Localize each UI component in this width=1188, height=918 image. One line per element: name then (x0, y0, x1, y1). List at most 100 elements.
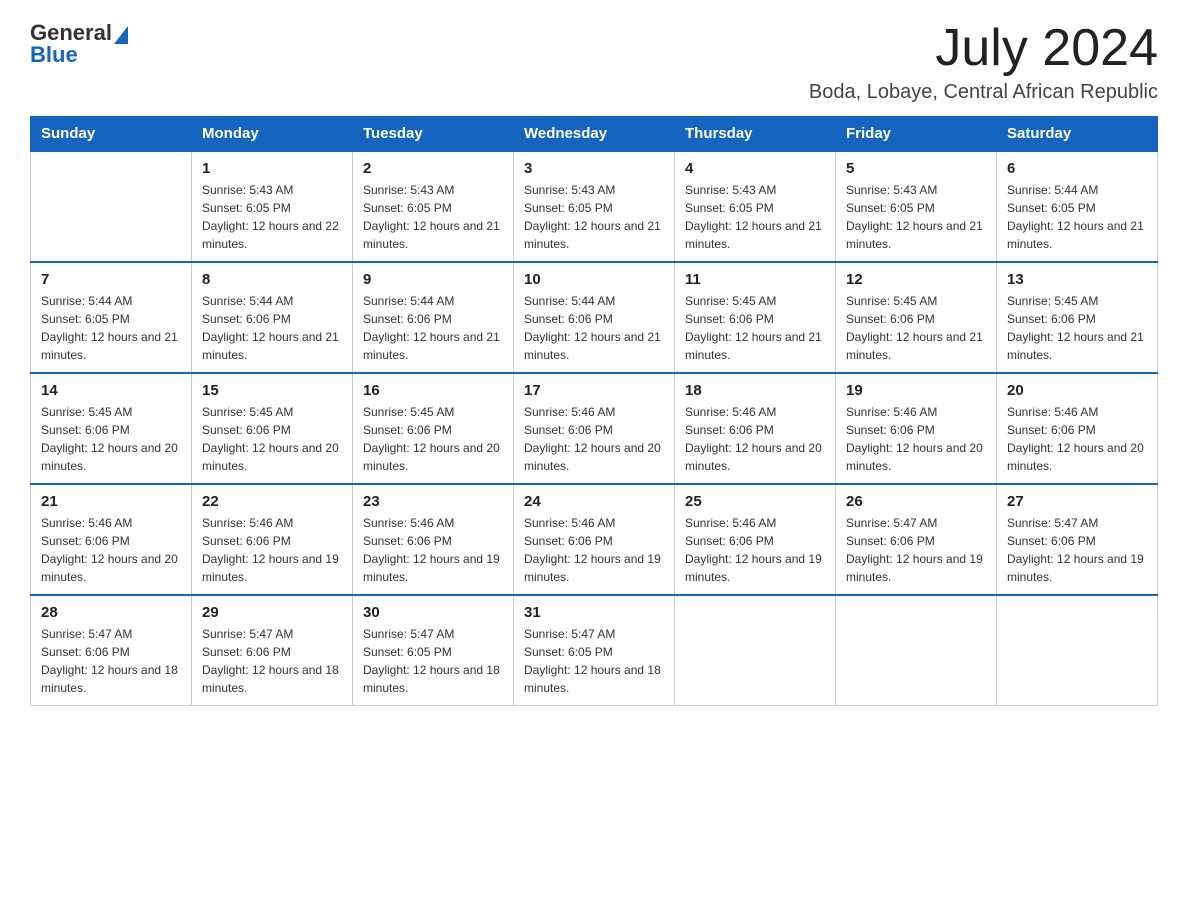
day-info: Sunrise: 5:46 AMSunset: 6:06 PMDaylight:… (685, 403, 825, 475)
weekday-header-thursday: Thursday (675, 117, 836, 152)
day-number: 8 (202, 271, 342, 288)
day-info: Sunrise: 5:46 AMSunset: 6:06 PMDaylight:… (524, 514, 664, 586)
calendar-cell: 27Sunrise: 5:47 AMSunset: 6:06 PMDayligh… (997, 484, 1158, 595)
calendar-cell: 1 Sunrise: 5:43 AMSunset: 6:05 PMDaylight… (192, 151, 353, 262)
day-info: Sunrise: 5:46 AMSunset: 6:06 PMDaylight:… (846, 403, 986, 475)
calendar-cell: 18 Sunrise: 5:46 AMSunset: 6:06 PMDayligh… (675, 373, 836, 484)
day-info: Sunrise: 5:43 AMSunset: 6:05 PMDaylight:… (524, 181, 664, 253)
calendar-cell (997, 595, 1158, 706)
calendar-cell (836, 595, 997, 706)
day-number: 14 (41, 382, 181, 399)
day-number: 30 (363, 604, 503, 621)
calendar-cell: 7Sunrise: 5:44 AMSunset: 6:05 PMDaylight… (31, 262, 192, 373)
calendar-cell: 29 Sunrise: 5:47 AMSunset: 6:06 PMDayligh… (192, 595, 353, 706)
weekday-header-sunday: Sunday (31, 117, 192, 152)
day-number: 20 (1007, 382, 1147, 399)
day-info: Sunrise: 5:44 AMSunset: 6:05 PMDaylight:… (41, 292, 181, 364)
day-info: Sunrise: 5:43 AMSunset: 6:05 PMDaylight:… (846, 181, 986, 253)
calendar-cell: 31Sunrise: 5:47 AMSunset: 6:05 PMDayligh… (514, 595, 675, 706)
day-info: Sunrise: 5:47 AMSunset: 6:06 PMDaylight:… (202, 625, 342, 697)
day-number: 21 (41, 493, 181, 510)
calendar-cell (675, 595, 836, 706)
day-number: 24 (524, 493, 664, 510)
day-info: Sunrise: 5:44 AMSunset: 6:06 PMDaylight:… (363, 292, 503, 364)
day-number: 22 (202, 493, 342, 510)
day-number: 12 (846, 271, 986, 288)
day-info: Sunrise: 5:47 AMSunset: 6:05 PMDaylight:… (524, 625, 664, 697)
day-number: 18 (685, 382, 825, 399)
calendar-cell: 13Sunrise: 5:45 AMSunset: 6:06 PMDayligh… (997, 262, 1158, 373)
title-section: July 2024 Boda, Lobaye, Central African … (809, 20, 1158, 104)
calendar-cell: 22 Sunrise: 5:46 AMSunset: 6:06 PMDayligh… (192, 484, 353, 595)
calendar-cell (31, 151, 192, 262)
calendar-cell: 12 Sunrise: 5:45 AMSunset: 6:06 PMDayligh… (836, 262, 997, 373)
day-info: Sunrise: 5:46 AMSunset: 6:06 PMDaylight:… (524, 403, 664, 475)
day-number: 13 (1007, 271, 1147, 288)
weekday-header-tuesday: Tuesday (353, 117, 514, 152)
day-info: Sunrise: 5:44 AMSunset: 6:06 PMDaylight:… (524, 292, 664, 364)
day-number: 17 (524, 382, 664, 399)
day-info: Sunrise: 5:43 AMSunset: 6:05 PMDaylight:… (685, 181, 825, 253)
calendar-week-row-2: 7Sunrise: 5:44 AMSunset: 6:05 PMDaylight… (31, 262, 1158, 373)
day-info: Sunrise: 5:46 AMSunset: 6:06 PMDaylight:… (41, 514, 181, 586)
weekday-header-saturday: Saturday (997, 117, 1158, 152)
day-number: 28 (41, 604, 181, 621)
calendar-cell: 3Sunrise: 5:43 AMSunset: 6:05 PMDaylight… (514, 151, 675, 262)
day-info: Sunrise: 5:46 AMSunset: 6:06 PMDaylight:… (363, 514, 503, 586)
day-info: Sunrise: 5:44 AMSunset: 6:05 PMDaylight:… (1007, 181, 1147, 253)
calendar-cell: 2 Sunrise: 5:43 AMSunset: 6:05 PMDaylight… (353, 151, 514, 262)
day-info: Sunrise: 5:45 AMSunset: 6:06 PMDaylight:… (846, 292, 986, 364)
day-info: Sunrise: 5:43 AMSunset: 6:05 PMDaylight:… (202, 181, 342, 253)
day-number: 11 (685, 271, 825, 288)
calendar-week-row-5: 28 Sunrise: 5:47 AMSunset: 6:06 PMDayligh… (31, 595, 1158, 706)
calendar-cell: 19 Sunrise: 5:46 AMSunset: 6:06 PMDayligh… (836, 373, 997, 484)
calendar-cell: 16 Sunrise: 5:45 AMSunset: 6:06 PMDayligh… (353, 373, 514, 484)
calendar-cell: 28 Sunrise: 5:47 AMSunset: 6:06 PMDayligh… (31, 595, 192, 706)
calendar-cell: 17 Sunrise: 5:46 AMSunset: 6:06 PMDayligh… (514, 373, 675, 484)
day-number: 5 (846, 160, 986, 177)
calendar-cell: 30Sunrise: 5:47 AMSunset: 6:05 PMDayligh… (353, 595, 514, 706)
day-info: Sunrise: 5:45 AMSunset: 6:06 PMDaylight:… (202, 403, 342, 475)
day-number: 6 (1007, 160, 1147, 177)
calendar-cell: 14 Sunrise: 5:45 AMSunset: 6:06 PMDayligh… (31, 373, 192, 484)
weekday-header-monday: Monday (192, 117, 353, 152)
location-subtitle: Boda, Lobaye, Central African Republic (809, 81, 1158, 104)
day-number: 19 (846, 382, 986, 399)
day-number: 23 (363, 493, 503, 510)
logo: General Blue (30, 20, 128, 68)
calendar-cell: 21 Sunrise: 5:46 AMSunset: 6:06 PMDayligh… (31, 484, 192, 595)
day-number: 15 (202, 382, 342, 399)
calendar-cell: 15 Sunrise: 5:45 AMSunset: 6:06 PMDayligh… (192, 373, 353, 484)
day-info: Sunrise: 5:45 AMSunset: 6:06 PMDaylight:… (363, 403, 503, 475)
calendar-week-row-4: 21 Sunrise: 5:46 AMSunset: 6:06 PMDayligh… (31, 484, 1158, 595)
weekday-header-wednesday: Wednesday (514, 117, 675, 152)
day-info: Sunrise: 5:45 AMSunset: 6:06 PMDaylight:… (41, 403, 181, 475)
day-number: 4 (685, 160, 825, 177)
calendar-cell: 8 Sunrise: 5:44 AMSunset: 6:06 PMDaylight… (192, 262, 353, 373)
day-number: 1 (202, 160, 342, 177)
logo-blue-text: Blue (30, 42, 128, 68)
calendar-cell: 20 Sunrise: 5:46 AMSunset: 6:06 PMDayligh… (997, 373, 1158, 484)
calendar-cell: 6 Sunrise: 5:44 AMSunset: 6:05 PMDaylight… (997, 151, 1158, 262)
page-header: General Blue July 2024 Boda, Lobaye, Cen… (30, 20, 1158, 104)
day-info: Sunrise: 5:47 AMSunset: 6:06 PMDaylight:… (1007, 514, 1147, 586)
day-info: Sunrise: 5:46 AMSunset: 6:06 PMDaylight:… (685, 514, 825, 586)
calendar-table: SundayMondayTuesdayWednesdayThursdayFrid… (30, 116, 1158, 706)
day-number: 10 (524, 271, 664, 288)
day-number: 29 (202, 604, 342, 621)
calendar-cell: 25 Sunrise: 5:46 AMSunset: 6:06 PMDayligh… (675, 484, 836, 595)
calendar-cell: 5 Sunrise: 5:43 AMSunset: 6:05 PMDaylight… (836, 151, 997, 262)
day-info: Sunrise: 5:46 AMSunset: 6:06 PMDaylight:… (1007, 403, 1147, 475)
day-info: Sunrise: 5:45 AMSunset: 6:06 PMDaylight:… (685, 292, 825, 364)
day-number: 16 (363, 382, 503, 399)
calendar-header-row: SundayMondayTuesdayWednesdayThursdayFrid… (31, 117, 1158, 152)
month-year-title: July 2024 (809, 20, 1158, 77)
day-info: Sunrise: 5:43 AMSunset: 6:05 PMDaylight:… (363, 181, 503, 253)
day-number: 2 (363, 160, 503, 177)
day-info: Sunrise: 5:46 AMSunset: 6:06 PMDaylight:… (202, 514, 342, 586)
day-info: Sunrise: 5:47 AMSunset: 6:06 PMDaylight:… (41, 625, 181, 697)
day-number: 9 (363, 271, 503, 288)
day-info: Sunrise: 5:44 AMSunset: 6:06 PMDaylight:… (202, 292, 342, 364)
day-number: 25 (685, 493, 825, 510)
calendar-week-row-1: 1 Sunrise: 5:43 AMSunset: 6:05 PMDaylight… (31, 151, 1158, 262)
